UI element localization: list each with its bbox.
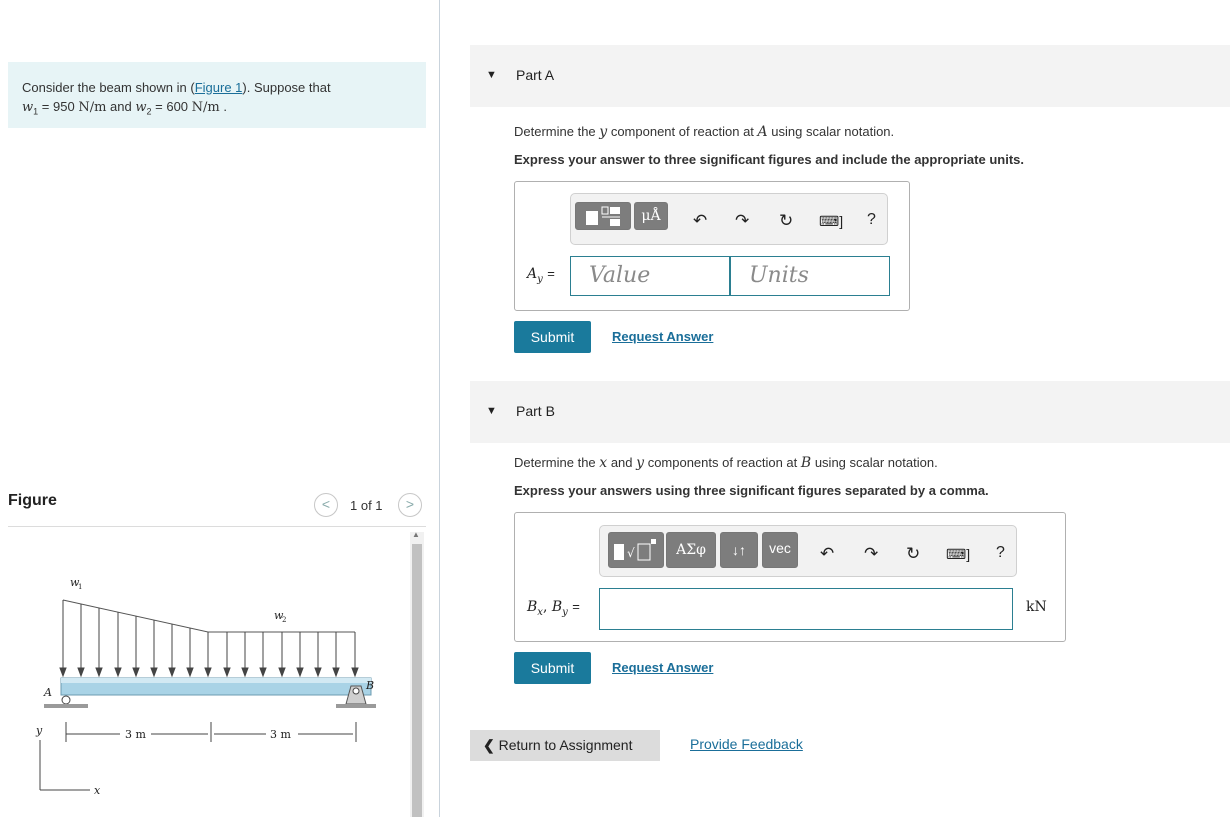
part-b-eq-label: Bx, By = — [527, 599, 580, 618]
part-a-instruction: Express your answer to three significant… — [514, 152, 1024, 167]
scroll-up-arrow[interactable]: ▲ — [412, 530, 420, 539]
part-b-eq-var-bx: B — [527, 599, 538, 615]
part-a-header[interactable]: ▼ Part A — [470, 45, 1230, 107]
problem-intro: Consider the beam shown in ( — [22, 80, 195, 95]
part-a-request-answer-link[interactable]: Request Answer — [612, 329, 713, 344]
subscript-button[interactable]: ↓↑ — [720, 532, 758, 568]
part-a-eq-label: Ay = — [527, 266, 555, 285]
dimension-1: 3 m — [125, 728, 146, 741]
part-b-question-var-x: x — [599, 455, 608, 471]
templates-icon — [586, 206, 620, 226]
part-b-question-post: using scalar notation. — [814, 455, 938, 470]
w2-unit: N/m — [191, 100, 220, 115]
next-figure-button[interactable]: > — [398, 493, 422, 517]
part-a-question-post: using scalar notation. — [771, 124, 895, 139]
w1-sub: 1 — [33, 106, 39, 117]
part-a-question-var-y: y — [599, 124, 608, 140]
w1-label-sub: 1 — [78, 583, 82, 591]
figure-title: Figure — [8, 492, 57, 509]
redo-icon[interactable]: ↷ — [735, 211, 749, 231]
units-input[interactable]: Units — [730, 256, 890, 296]
part-b-label: Part B — [516, 403, 555, 419]
dimension-2: 3 m — [270, 728, 291, 741]
w2-var: w — [135, 100, 147, 115]
provide-feedback-link[interactable]: Provide Feedback — [690, 736, 803, 752]
return-label: Return to Assignment — [498, 737, 633, 753]
w1-unit: N/m — [78, 100, 107, 115]
w2-value: = 600 — [155, 99, 189, 114]
templates-icon: √ — [614, 539, 656, 561]
part-b-question: Determine the x and y components of reac… — [514, 455, 938, 471]
reactions-input[interactable] — [599, 588, 1013, 630]
figure-page-count: 1 of 1 — [350, 498, 383, 513]
svg-text:√: √ — [627, 546, 635, 560]
greek-symbols-button[interactable]: ΑΣφ — [666, 532, 716, 568]
help-icon[interactable]: ? — [867, 211, 876, 229]
reset-icon[interactable]: ↻ — [906, 544, 920, 564]
part-a-toolbar: μÅ ↶ ↷ ↻ ⌨] ? — [570, 193, 888, 245]
help-icon[interactable]: ? — [996, 544, 1005, 562]
and-text: and — [110, 99, 132, 114]
figure-scrollbar-thumb[interactable] — [412, 544, 422, 817]
chevron-left-icon: ❮ — [483, 737, 495, 753]
part-b-submit-button[interactable]: Submit — [514, 652, 591, 684]
part-b-question-and: and — [610, 455, 633, 470]
beam-diagram: w 1 w 2 A B 3 m 3 m y x — [35, 576, 376, 797]
part-b-header[interactable]: ▼ Part B — [470, 381, 1230, 443]
label-a: A — [43, 686, 52, 699]
part-b-request-answer-link[interactable]: Request Answer — [612, 660, 713, 675]
part-b-question-mid: components of reaction at — [647, 455, 798, 470]
value-input[interactable]: Value — [570, 256, 730, 296]
vector-button[interactable]: vec — [762, 532, 798, 568]
part-b-question-var-b: B — [800, 455, 812, 471]
part-a-question-pre: Determine the — [514, 124, 596, 139]
problem-statement: Consider the beam shown in (Figure 1). S… — [8, 62, 426, 128]
units-button[interactable]: μÅ — [634, 202, 668, 230]
undo-icon[interactable]: ↶ — [820, 544, 834, 564]
keyboard-icon[interactable]: ⌨] — [819, 213, 843, 230]
part-b-toolbar: √ ΑΣφ ↓↑ vec ↶ ↷ ↻ ⌨] ? — [599, 525, 1017, 577]
redo-icon[interactable]: ↷ — [864, 544, 878, 564]
templates-button[interactable] — [575, 202, 631, 230]
axis-y-label: y — [35, 724, 43, 737]
w1-value: = 950 — [41, 99, 75, 114]
label-b: B — [365, 679, 374, 692]
part-a-eq-sub: y — [537, 273, 543, 285]
part-b-collapse-icon[interactable]: ▼ — [486, 405, 497, 417]
w2-label-sub: 2 — [282, 616, 286, 624]
w2-sub: 2 — [146, 106, 152, 117]
left-pane: Consider the beam shown in (Figure 1). S… — [0, 0, 440, 817]
part-a-label: Part A — [516, 67, 555, 83]
problem-intro-end: ). Suppose that — [242, 80, 331, 95]
part-a-collapse-icon[interactable]: ▼ — [486, 69, 497, 81]
part-a-submit-button[interactable]: Submit — [514, 321, 591, 353]
part-a-question-var-a: A — [757, 124, 768, 140]
part-b-question-pre: Determine the — [514, 455, 596, 470]
part-b-eq-sub-y: y — [562, 606, 568, 618]
axis-x-label: x — [94, 784, 101, 797]
part-b-eq-comma: , — [542, 599, 548, 615]
part-b-instruction: Express your answers using three signifi… — [514, 483, 989, 498]
part-b-eq-equals: = — [572, 599, 580, 614]
part-a-question: Determine the y component of reaction at… — [514, 124, 894, 140]
part-a-answer-box: μÅ ↶ ↷ ↻ ⌨] ? Ay = Value Units — [514, 181, 910, 311]
keyboard-icon[interactable]: ⌨] — [946, 546, 970, 563]
unit-kn: kN — [1026, 599, 1047, 615]
period: . — [223, 99, 228, 114]
reset-icon[interactable]: ↻ — [779, 211, 793, 231]
figure-area: w 1 w 2 A B 3 m 3 m y x ▲ — [8, 528, 426, 817]
templates-button[interactable]: √ — [608, 532, 664, 568]
part-a-eq-var: A — [527, 266, 538, 282]
figure-header: Figure < 1 of 1 > — [8, 491, 426, 527]
previous-figure-button[interactable]: < — [314, 493, 338, 517]
part-a-eq-equals: = — [547, 266, 555, 281]
figure-link[interactable]: Figure 1 — [195, 80, 243, 95]
w1-var: w — [22, 100, 34, 115]
part-b-eq-var-by: B — [551, 599, 563, 615]
part-a-question-mid: component of reaction at — [610, 124, 754, 139]
part-b-answer-box: √ ΑΣφ ↓↑ vec ↶ ↷ ↻ ⌨] ? Bx, By = kN — [514, 512, 1066, 642]
part-b-question-var-y: y — [636, 455, 645, 471]
return-to-assignment-button[interactable]: ❮ Return to Assignment — [470, 730, 660, 761]
undo-icon[interactable]: ↶ — [693, 211, 707, 231]
